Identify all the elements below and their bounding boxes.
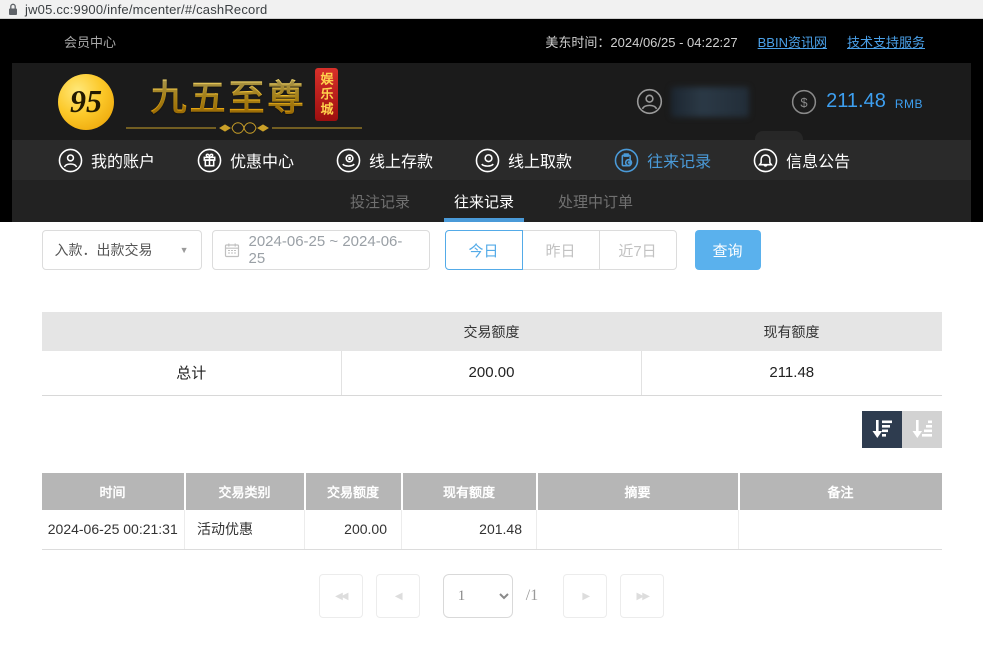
search-button[interactable]: 查询 bbox=[695, 230, 761, 270]
main-content: 入款．出款交易 ▼ 2024-06-25 ~ 2024-06-25 今日 昨日 … bbox=[0, 230, 983, 618]
eastern-time-label: 美东时间：2024/06/25 - 04:22:27 bbox=[545, 32, 737, 51]
nav-item-promotions[interactable]: 优惠中心 bbox=[197, 148, 294, 173]
nav-item-transaction-records[interactable]: 往来记录 bbox=[614, 148, 711, 173]
nav-label: 线上存款 bbox=[369, 148, 433, 172]
double-arrow-right-icon: ▶▶ bbox=[637, 591, 648, 602]
user-icon bbox=[58, 148, 83, 173]
sort-ascending-button[interactable] bbox=[902, 411, 942, 448]
previous-page-button[interactable]: ◀ bbox=[376, 574, 420, 618]
subtab-label: 处理中订单 bbox=[558, 191, 633, 212]
records-header-amount: 交易额度 bbox=[305, 473, 402, 510]
logo-badge: 娱乐城 bbox=[315, 68, 338, 121]
nav-item-announcements[interactable]: 信息公告 bbox=[753, 148, 850, 173]
header-section: 95 九五至尊 娱乐城 bbox=[0, 63, 983, 140]
dollar-coin-icon: $ bbox=[791, 89, 817, 115]
record-amount: 200.00 bbox=[305, 510, 402, 550]
logo-title: 九五至尊 bbox=[150, 69, 306, 121]
nav-item-deposit[interactable]: 线上存款 bbox=[336, 148, 433, 173]
sort-ascending-icon bbox=[910, 418, 934, 440]
wallet-balance[interactable]: $ 211.48 RMB bbox=[791, 89, 923, 115]
nav-notch bbox=[755, 131, 803, 140]
chevron-down-icon: ▼ bbox=[180, 245, 189, 255]
transaction-type-select[interactable]: 入款．出款交易 ▼ bbox=[42, 230, 202, 270]
last-7-days-button[interactable]: 近7日 bbox=[599, 230, 677, 270]
records-table: 时间 交易类别 交易额度 现有额度 摘要 备注 2024-06-25 00:21… bbox=[42, 473, 942, 551]
date-range-input[interactable]: 2024-06-25 ~ 2024-06-25 bbox=[212, 230, 430, 270]
page-number-select[interactable]: 1 bbox=[443, 574, 513, 618]
username-blurred bbox=[671, 87, 749, 117]
balance-amount: 211.48 bbox=[826, 90, 886, 113]
today-button[interactable]: 今日 bbox=[445, 230, 523, 270]
withdraw-icon: $ bbox=[475, 148, 500, 173]
tab-bet-records[interactable]: 投注记录 bbox=[344, 180, 416, 222]
subtab-label: 往来记录 bbox=[454, 191, 514, 212]
summary-total-label: 总计 bbox=[42, 351, 342, 395]
member-center-label[interactable]: 会员中心 bbox=[64, 32, 116, 51]
site-logo[interactable]: 95 九五至尊 娱乐城 bbox=[58, 68, 364, 135]
top-bar: 会员中心 美东时间：2024/06/25 - 04:22:27 BBIN资讯网 … bbox=[0, 19, 983, 63]
balance-currency: RMB bbox=[895, 97, 923, 111]
nav-label: 优惠中心 bbox=[230, 148, 294, 172]
subnav-section: 投注记录 往来记录 处理中订单 bbox=[0, 180, 983, 222]
summary-row: 总计 200.00 211.48 bbox=[42, 351, 942, 395]
tab-pending-orders[interactable]: 处理中订单 bbox=[552, 180, 639, 222]
yesterday-button[interactable]: 昨日 bbox=[522, 230, 600, 270]
arrow-left-icon: ◀ bbox=[395, 591, 401, 602]
arrow-right-icon: ▶ bbox=[582, 591, 588, 602]
nav-label: 我的账户 bbox=[91, 148, 155, 172]
table-row: 2024-06-25 00:21:31 活动优惠 200.00 201.48 bbox=[42, 510, 942, 550]
nav-item-my-account[interactable]: 我的账户 bbox=[58, 148, 155, 173]
url-text[interactable]: jw05.cc:9900/infe/mcenter/#/cashRecord bbox=[25, 2, 267, 17]
nav-section: 我的账户 优惠中心 线上存款 $ 线上取款 往来记录 bbox=[0, 140, 983, 180]
records-header-time: 时间 bbox=[42, 473, 185, 510]
logo-monogram: 95 bbox=[58, 74, 114, 130]
records-icon bbox=[614, 148, 639, 173]
records-header-note: 备注 bbox=[739, 473, 942, 510]
summary-header-trade-amount: 交易额度 bbox=[342, 312, 642, 351]
sort-controls bbox=[42, 411, 942, 448]
nav-label: 线上取款 bbox=[508, 148, 572, 172]
summary-trade-amount: 200.00 bbox=[342, 351, 642, 395]
deposit-icon bbox=[336, 148, 361, 173]
calendar-icon bbox=[224, 242, 240, 258]
record-note bbox=[739, 510, 942, 550]
sort-descending-button[interactable] bbox=[862, 411, 902, 448]
summary-table: 交易额度 现有额度 总计 200.00 211.48 bbox=[42, 312, 942, 396]
total-pages-label: /1 bbox=[526, 587, 538, 605]
gift-icon bbox=[197, 148, 222, 173]
nav-label: 信息公告 bbox=[786, 148, 850, 172]
subtab-label: 投注记录 bbox=[350, 191, 410, 212]
records-header-type: 交易类别 bbox=[185, 473, 305, 510]
lock-icon bbox=[8, 3, 18, 16]
sort-descending-icon bbox=[870, 418, 894, 440]
browser-url-bar: jw05.cc:9900/infe/mcenter/#/cashRecord bbox=[0, 0, 983, 19]
record-type: 活动优惠 bbox=[185, 510, 305, 550]
date-range-value: 2024-06-25 ~ 2024-06-25 bbox=[249, 233, 418, 267]
records-header-summary: 摘要 bbox=[537, 473, 739, 510]
next-page-button[interactable]: ▶ bbox=[563, 574, 607, 618]
first-page-button[interactable]: ◀◀ bbox=[319, 574, 363, 618]
user-avatar-icon bbox=[636, 88, 663, 115]
svg-text:$: $ bbox=[801, 94, 809, 109]
last-page-button[interactable]: ▶▶ bbox=[620, 574, 664, 618]
quick-date-group: 今日 昨日 近7日 bbox=[445, 230, 677, 270]
filter-row: 入款．出款交易 ▼ 2024-06-25 ~ 2024-06-25 今日 昨日 … bbox=[42, 230, 942, 270]
record-summary bbox=[537, 510, 739, 550]
record-balance: 201.48 bbox=[402, 510, 537, 550]
select-value: 入款．出款交易 bbox=[55, 240, 153, 260]
summary-header-balance: 现有额度 bbox=[642, 312, 942, 351]
records-header-balance: 现有额度 bbox=[402, 473, 537, 510]
nav-item-withdraw[interactable]: $ 线上取款 bbox=[475, 148, 572, 173]
double-arrow-left-icon: ◀◀ bbox=[335, 591, 346, 602]
bell-icon bbox=[753, 148, 778, 173]
nav-label: 往来记录 bbox=[647, 148, 711, 172]
tab-transaction-records[interactable]: 往来记录 bbox=[448, 180, 520, 222]
logo-flourish bbox=[124, 121, 364, 135]
bbin-news-link[interactable]: BBIN资讯网 bbox=[758, 32, 827, 51]
tech-support-link[interactable]: 技术支持服务 bbox=[847, 32, 925, 51]
pagination: ◀◀ ◀ 1 /1 ▶ ▶▶ bbox=[42, 574, 942, 618]
record-time: 2024-06-25 00:21:31 bbox=[42, 510, 185, 550]
summary-balance: 211.48 bbox=[642, 351, 942, 395]
summary-header-empty bbox=[42, 312, 342, 351]
